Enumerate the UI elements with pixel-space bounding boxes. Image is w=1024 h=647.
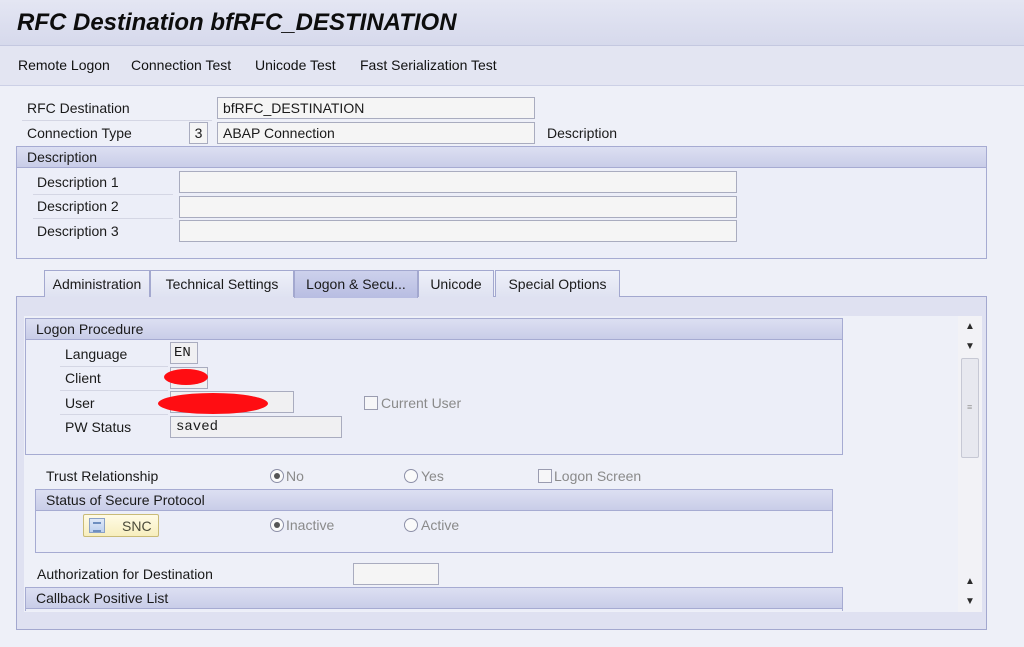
snc-button[interactable]: SNC: [83, 514, 159, 537]
client-label: Client: [65, 370, 101, 386]
divider: [33, 218, 173, 219]
divider: [22, 120, 212, 121]
description-group-header: Description: [17, 147, 986, 168]
logon-procedure-title: Logon Procedure: [36, 321, 144, 337]
logon-screen-label: Logon Screen: [554, 468, 642, 484]
callback-title: Callback Positive List: [36, 590, 169, 606]
scroll-down-icon[interactable]: ▼: [958, 338, 982, 356]
callback-header: Callback Positive List: [26, 588, 842, 609]
callback-group: Callback Positive List: [25, 587, 843, 611]
tab-special-options[interactable]: Special Options: [495, 270, 620, 297]
snc-active-radio[interactable]: [404, 518, 418, 532]
scrollbar-thumb[interactable]: ≡: [961, 358, 979, 458]
language-label: Language: [65, 346, 128, 362]
authorization-label: Authorization for Destination: [37, 566, 213, 582]
logon-screen-checkbox[interactable]: [538, 469, 552, 483]
unicode-test-button[interactable]: Unicode Test: [255, 57, 336, 73]
divider: [60, 366, 168, 367]
divider: [60, 414, 168, 415]
secure-protocol-header: Status of Secure Protocol: [36, 490, 832, 511]
trust-yes-radio[interactable]: [404, 469, 418, 483]
remote-logon-button[interactable]: Remote Logon: [18, 57, 110, 73]
description-group-title: Description: [27, 149, 98, 165]
title-bar: RFC Destination bfRFC_DESTINATION: [0, 0, 1024, 46]
trust-no-label: No: [286, 468, 304, 484]
user-redaction-mark: [158, 393, 268, 414]
description-2-label: Description 2: [37, 198, 119, 214]
current-user-label: Current User: [381, 395, 462, 411]
logon-procedure-group: Logon Procedure: [25, 318, 843, 455]
current-user-checkbox[interactable]: [364, 396, 378, 410]
divider: [60, 390, 168, 391]
application-toolbar: Remote Logon Connection Test Unicode Tes…: [0, 46, 1024, 86]
scroll-page-up-icon[interactable]: ▲: [958, 573, 982, 591]
description-3-label: Description 3: [37, 223, 119, 239]
trust-relationship-label: Trust Relationship: [46, 468, 159, 484]
vertical-scrollbar[interactable]: ▲ ▼ ≡ ▲ ▼: [958, 316, 982, 612]
tab-technical-settings[interactable]: Technical Settings: [150, 270, 294, 297]
trust-yes-label: Yes: [421, 468, 444, 484]
logon-procedure-header: Logon Procedure: [26, 319, 842, 340]
secure-protocol-title: Status of Secure Protocol: [46, 492, 205, 508]
description-label: Description: [547, 125, 618, 141]
user-label: User: [65, 395, 95, 411]
connection-type-field: ABAP Connection: [217, 122, 535, 144]
connection-test-button[interactable]: Connection Test: [131, 57, 231, 73]
description-3-input[interactable]: [179, 220, 737, 242]
trust-no-radio[interactable]: [270, 469, 284, 483]
description-1-label: Description 1: [37, 174, 119, 190]
snc-active-label: Active: [421, 517, 460, 533]
divider: [33, 194, 173, 195]
language-field[interactable]: EN: [170, 342, 198, 364]
rfc-destination-label: RFC Destination: [27, 100, 130, 116]
window-title: RFC Destination bfRFC_DESTINATION: [17, 9, 457, 36]
snc-inactive-radio[interactable]: [270, 518, 284, 532]
description-1-input[interactable]: [179, 171, 737, 193]
authorization-field[interactable]: [353, 563, 439, 585]
tab-unicode[interactable]: Unicode: [418, 270, 494, 297]
pw-status-label: PW Status: [65, 419, 132, 435]
snc-button-label: SNC: [122, 518, 152, 534]
snc-inactive-label: Inactive: [286, 517, 335, 533]
client-redaction-mark: [164, 369, 208, 385]
rfc-destination-field[interactable]: bfRFC_DESTINATION: [217, 97, 535, 119]
fast-serialization-test-button[interactable]: Fast Serialization Test: [360, 57, 497, 73]
tab-administration[interactable]: Administration: [44, 270, 150, 297]
pw-status-field: saved: [170, 416, 342, 438]
snc-settings-icon: [89, 518, 105, 533]
connection-type-code-field[interactable]: 3: [189, 122, 208, 144]
connection-type-label: Connection Type: [27, 125, 132, 141]
scroll-page-down-icon[interactable]: ▼: [958, 593, 982, 611]
grip-icon: ≡: [967, 402, 973, 412]
tab-logon-security[interactable]: Logon & Secu...: [294, 270, 418, 298]
scroll-up-icon[interactable]: ▲: [958, 318, 982, 336]
description-2-input[interactable]: [179, 196, 737, 218]
